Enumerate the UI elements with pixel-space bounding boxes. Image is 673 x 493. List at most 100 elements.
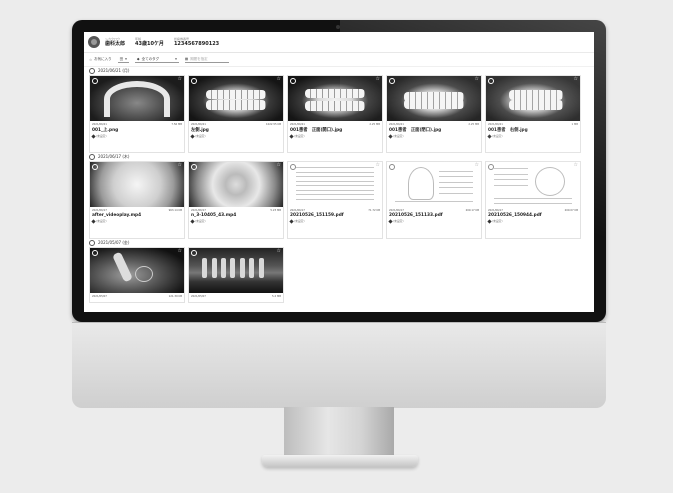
thumbnail: ☆ [288,76,382,121]
media-card[interactable]: ☆ 2021/05/07 5.2 MB [188,247,284,303]
circle-icon[interactable] [92,164,98,170]
tag-label: (未設定) [393,134,404,138]
tag-icon [190,133,195,139]
circle-icon[interactable] [191,78,197,84]
media-grid: ☆ 2021/05/07 121.39 KB ☆ 2021/05/07 5.2 MB [84,247,594,303]
favorite-filter-label: お気に入り [94,57,112,61]
file-size: 963.14 KB [168,209,182,212]
media-card[interactable]: ☆ 2021/06/17 209.07 KB 20210526_150944.pd… [485,161,581,239]
tag-label: (未設定) [492,134,503,138]
thumbnail: ☆ [90,162,184,207]
patient-age: 43歳10ケ月 [135,40,164,47]
date-group-label: 2021/06/17 (木) [98,154,130,159]
file-size: 7.56 MB [171,123,182,126]
view-mode-select[interactable]: 田 ▾ [117,57,129,63]
tag-icon [190,218,195,224]
file-date: 2021/06/21 [389,123,404,126]
thumbnail: ☆ [387,76,481,121]
patient-id-field: 診察券番号 1234567890123 [174,37,219,48]
file-date: 2021/06/17 [191,209,206,212]
media-card[interactable]: ☆ 2021/06/17 209.17 KB 20210526_151133.pd… [386,161,482,239]
calendar-icon: ▦ [184,57,189,61]
tag-icon [487,218,492,224]
file-size: 209.07 KB [564,209,578,212]
circle-icon[interactable] [191,164,197,170]
date-group-header: 2021/06/21 (月) [84,67,594,75]
media-card[interactable]: ☆ 2021/06/21 2.25 MB 001患者 正面(開口).jpg (未設… [287,75,383,153]
media-card[interactable]: ☆ 2021/06/21 1 MB 001患者 右側.jpg (未設定) [485,75,581,153]
tag-label: (未設定) [195,134,206,138]
media-card[interactable]: ☆ 2021/06/21 2.25 MB 001患者 正面(閉口).jpg (未設… [386,75,482,153]
tag-filter-value: 全てのタグ [141,56,160,61]
star-icon[interactable]: ☆ [178,76,182,82]
date-group-header: 2021/05/07 (金) [84,239,594,247]
file-date: 2021/06/21 [290,123,305,126]
monitor-stand-neck [284,407,394,457]
file-date: 2021/06/21 [191,123,206,126]
tag-icon [388,218,393,224]
file-size: 1 MB [571,123,579,126]
media-card[interactable]: ☆ 2021/05/07 121.39 KB [89,247,185,303]
patient-id: 1234567890123 [173,40,220,47]
favorite-filter-button[interactable]: ☆ お気に入り [89,57,112,62]
circle-icon[interactable] [92,250,98,256]
file-size: 2.25 MB [468,123,479,126]
file-size: 5.2 MB [272,295,281,298]
tag-icon [289,133,294,139]
tag-label: (未設定) [294,219,305,223]
star-icon[interactable]: ☆ [277,76,281,82]
file-size: 209.17 KB [465,209,479,212]
media-grid: ☆ 2021/06/17 963.14 KB after_videoplay.mp… [84,161,594,239]
media-card[interactable]: ☆ 2021/06/21 1022.55 KB 左側.jpg (未設定) [188,75,284,153]
media-card[interactable]: ☆ 2021/06/17 5.23 MB n_3-10405_43.mp4 (未設… [188,161,284,239]
file-name: 001患者 正面(開口).jpg [290,128,343,133]
circle-icon[interactable] [290,78,296,84]
tag-icon: ◆ [136,57,140,61]
circle-icon[interactable] [389,78,395,84]
media-card[interactable]: ☆ 2021/06/21 7.56 MB 001_上.png (未設定) [89,75,185,153]
star-icon[interactable]: ☆ [376,76,380,82]
thumbnail: ☆ [387,162,481,207]
star-icon[interactable]: ☆ [574,162,578,168]
star-icon[interactable]: ☆ [376,162,380,168]
monitor-chin [72,322,606,408]
circle-icon[interactable] [89,68,95,74]
file-date: 2021/06/17 [488,209,503,212]
monitor-stand-base [262,455,418,467]
tag-label: (未設定) [96,219,107,223]
media-card[interactable]: ☆ 2021/06/17 71.72 KB 20210526_151159.pdf… [287,161,383,239]
tag-label: (未設定) [393,219,404,223]
tag-filter-select[interactable]: ◆ 全てのタグ ▾ [134,56,179,63]
circle-icon[interactable] [290,164,296,170]
file-date: 2021/06/17 [92,209,107,212]
star-icon[interactable]: ☆ [277,162,281,168]
circle-icon[interactable] [92,78,98,84]
star-icon[interactable]: ☆ [475,162,479,168]
circle-icon[interactable] [389,164,395,170]
media-grid: ☆ 2021/06/21 7.56 MB 001_上.png (未設定) ☆ 20… [84,75,594,153]
date-range-placeholder: 期間を指定 [190,56,208,61]
file-size: 5.23 MB [270,209,281,212]
star-icon[interactable]: ☆ [574,76,578,82]
circle-icon[interactable] [191,250,197,256]
circle-icon[interactable] [488,164,494,170]
chevron-down-icon: ▾ [175,57,177,61]
circle-icon[interactable] [89,240,95,246]
thumbnail: ☆ [486,76,580,121]
star-icon[interactable]: ☆ [277,248,281,254]
circle-icon[interactable] [89,154,95,160]
star-icon[interactable]: ☆ [178,162,182,168]
star-icon[interactable]: ☆ [178,248,182,254]
file-name: 001患者 右側.jpg [488,128,528,133]
circle-icon[interactable] [488,78,494,84]
date-group-label: 2021/05/07 (金) [98,240,130,245]
media-card[interactable]: ☆ 2021/06/17 963.14 KB after_videoplay.mp… [89,161,185,239]
chevron-down-icon: ▾ [125,57,127,61]
date-range-input[interactable]: ▦ 期間を指定 [184,56,229,63]
file-date: 2021/06/17 [389,209,404,212]
file-date: 2021/06/21 [488,123,503,126]
tag-icon [487,133,492,139]
file-date: 2021/06/21 [92,123,107,126]
star-icon[interactable]: ☆ [475,76,479,82]
tag-label: (未設定) [492,219,503,223]
